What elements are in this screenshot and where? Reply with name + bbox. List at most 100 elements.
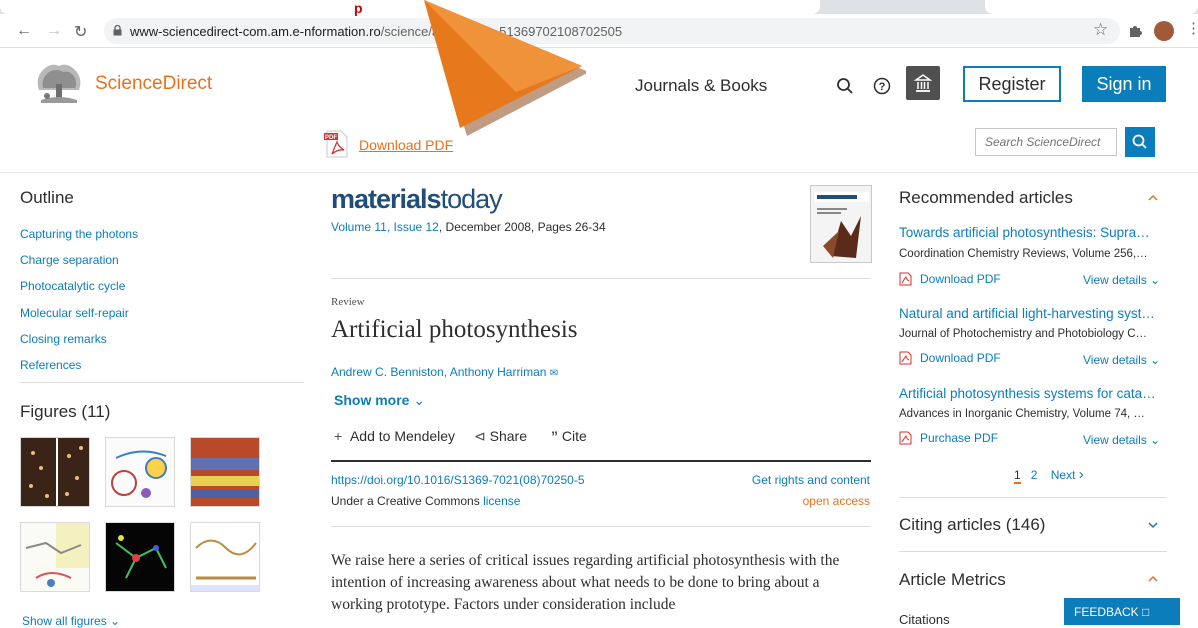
brand-sciencedirect[interactable]: ScienceDirect — [95, 73, 212, 95]
outline-link-photocatalytic-cycle[interactable]: Photocatalytic cycle — [20, 279, 125, 293]
share-button[interactable]: ⊲ Share — [474, 428, 527, 445]
figure-thumbnail[interactable] — [20, 437, 90, 507]
right-divider — [899, 497, 1167, 498]
outline-link-references[interactable]: References — [20, 358, 81, 372]
recommended-article-title[interactable]: Natural and artificial light-harvesting … — [899, 306, 1155, 321]
recommended-article-title[interactable]: Towards artificial photosynthesis: Supra… — [899, 225, 1150, 240]
reload-icon[interactable]: ↻ — [74, 22, 87, 42]
browser-menu-icon[interactable]: ⋮ — [1186, 19, 1198, 37]
outline-link-charge-separation[interactable]: Charge separation — [20, 253, 119, 267]
left-divider — [20, 382, 304, 383]
view-details-link[interactable]: View details ⌄ — [1083, 353, 1160, 367]
recommended-articles-heading[interactable]: Recommended articles — [899, 188, 1073, 208]
right-divider — [899, 551, 1167, 552]
share-icon: ⊲ — [474, 428, 486, 444]
svg-text:?: ? — [879, 81, 886, 93]
lock-icon — [113, 25, 122, 36]
journal-logo-materials-today[interactable]: materialstoday — [331, 184, 503, 215]
figure-thumbnail[interactable] — [190, 437, 260, 507]
citing-articles-heading[interactable]: Citing articles (146) — [899, 515, 1045, 535]
recommended-article-source: Advances in Inorganic Chemistry, Volume … — [899, 408, 1145, 420]
chevron-up-icon[interactable] — [1148, 574, 1158, 584]
annotation-text-cutoff: p — [354, 0, 363, 16]
creative-commons-notice: Under a Creative Commons license — [331, 494, 521, 508]
recommended-article-source: Coordination Chemistry Reviews, Volume 2… — [899, 248, 1148, 260]
url-text: www-sciencedirect-com.am.e-nformation.ro… — [130, 24, 623, 39]
elsevier-tree-logo[interactable] — [33, 60, 85, 104]
center-divider — [331, 278, 871, 279]
browser-tab[interactable] — [985, 0, 1198, 14]
doi-link[interactable]: https://doi.org/10.1016/S1369-7021(08)70… — [331, 473, 585, 487]
page-1[interactable]: 1 — [1014, 468, 1021, 484]
forward-icon[interactable]: → — [46, 22, 62, 40]
outline-link-closing-remarks[interactable]: Closing remarks — [20, 332, 107, 346]
show-more-button[interactable]: Show more ⌄ — [334, 392, 425, 409]
license-link[interactable]: license — [483, 494, 520, 508]
recommended-pagination: 1 2 Next › — [1014, 466, 1084, 484]
search-icon — [1132, 134, 1147, 149]
journals-books-link[interactable]: Journals & Books — [635, 76, 767, 96]
recommended-purchase-pdf[interactable]: Purchase PDF — [899, 431, 998, 445]
speech-bubble-icon: □ — [1142, 605, 1150, 619]
chevron-down-icon: ⌄ — [413, 392, 426, 408]
outline-heading: Outline — [20, 188, 74, 207]
pdf-icon — [899, 351, 912, 365]
svg-text:PDF: PDF — [325, 135, 337, 141]
profile-avatar[interactable] — [1154, 21, 1174, 41]
download-pdf-label: Download PDF — [359, 137, 454, 153]
volume-issue-link[interactable]: Volume 11, Issue 12 — [331, 220, 439, 234]
cite-button[interactable]: ” Cite — [551, 428, 587, 444]
rights-content-link[interactable]: Get rights and content — [752, 473, 870, 487]
outline-link-molecular-self-repair[interactable]: Molecular self-repair — [20, 306, 129, 320]
article-abstract: We raise here a series of critical issue… — [331, 552, 840, 613]
sign-in-button[interactable]: Sign in — [1082, 66, 1166, 102]
address-bar: ← → ↻ www-sciencedirect-com.am.e-nformat… — [0, 14, 1198, 48]
recommended-article-title[interactable]: Artificial photosynthesis systems for ca… — [899, 386, 1156, 401]
outline-link-capturing-photons[interactable]: Capturing the photons — [20, 227, 138, 241]
search-sciencedirect-input[interactable]: Search ScienceDirect — [975, 128, 1117, 156]
search-icon[interactable] — [836, 77, 854, 95]
page-2[interactable]: 2 — [1031, 468, 1038, 482]
article-metrics-heading[interactable]: Article Metrics — [899, 570, 1006, 590]
browser-tab-active[interactable] — [0, 0, 820, 14]
article-title: Artificial photosynthesis — [331, 316, 578, 343]
show-all-figures-link[interactable]: Show all figures ⌄ — [22, 614, 120, 628]
doi-divider — [331, 460, 871, 462]
next-page-link[interactable]: Next › — [1051, 466, 1084, 483]
abstract-divider — [331, 526, 871, 527]
figure-thumbnail[interactable] — [20, 522, 90, 592]
open-access-badge: open access — [802, 494, 870, 508]
figure-thumbnail[interactable] — [105, 437, 175, 507]
volume-info: Volume 11, Issue 12, December 2008, Page… — [331, 220, 606, 234]
view-details-link[interactable]: View details ⌄ — [1083, 273, 1160, 287]
figure-thumbnail[interactable] — [190, 522, 260, 592]
chevron-down-icon[interactable] — [1148, 520, 1158, 530]
chevron-right-icon: › — [1078, 466, 1084, 483]
extensions-puzzle-icon[interactable] — [1128, 24, 1142, 38]
figure-thumbnail[interactable] — [105, 522, 175, 592]
pdf-icon — [899, 431, 912, 445]
pdf-icon — [899, 272, 912, 286]
header-divider — [0, 172, 1198, 173]
recommended-article-source: Journal of Photochemistry and Photobiolo… — [899, 328, 1148, 340]
browser-tab-strip — [0, 0, 1198, 14]
feedback-button[interactable]: FEEDBACK □ — [1064, 598, 1180, 625]
recommended-download-pdf[interactable]: Download PDF — [899, 351, 1001, 365]
back-icon[interactable]: ← — [16, 22, 32, 40]
view-details-link[interactable]: View details ⌄ — [1083, 433, 1160, 447]
institution-icon — [913, 74, 933, 92]
article-type: Review — [331, 296, 365, 308]
register-button[interactable]: Register — [963, 66, 1061, 102]
url-field[interactable]: www-sciencedirect-com.am.e-nformation.ro… — [104, 18, 1120, 44]
search-submit-button[interactable] — [1125, 127, 1155, 157]
add-to-mendeley-button[interactable]: + Add to Mendeley — [334, 428, 455, 444]
journal-cover-thumbnail[interactable] — [810, 185, 872, 263]
bookmark-star-icon[interactable]: ☆ — [1093, 20, 1108, 40]
pdf-icon: PDF — [324, 130, 348, 158]
email-icon[interactable]: ✉ — [550, 368, 558, 379]
article-authors[interactable]: Andrew C. Benniston, Anthony Harriman ✉ — [331, 365, 558, 379]
recommended-download-pdf[interactable]: Download PDF — [899, 272, 1001, 286]
help-icon[interactable]: ? — [873, 77, 891, 95]
chevron-up-icon[interactable] — [1148, 193, 1158, 203]
institution-button[interactable] — [906, 66, 940, 100]
